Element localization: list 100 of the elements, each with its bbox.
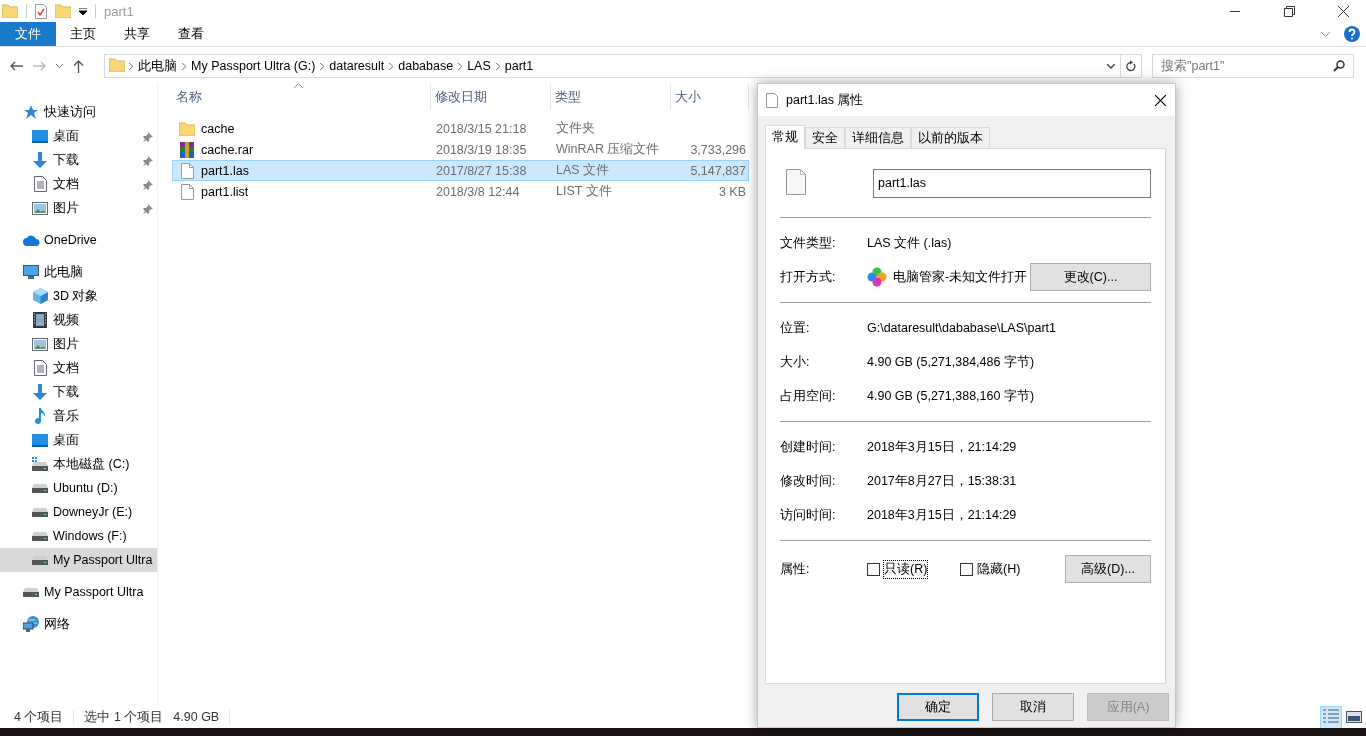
sidebar-item[interactable]: 文档	[0, 356, 157, 380]
chevron-right-icon	[389, 62, 394, 70]
music-note-icon	[34, 408, 46, 424]
breadcrumb-link[interactable]: part1	[499, 59, 539, 73]
sidebar-item[interactable]: My Passport Ultra	[0, 548, 157, 572]
chevron-right-icon	[495, 62, 500, 70]
dialog-tab[interactable]: 以前的版本	[911, 127, 990, 148]
restore-icon[interactable]	[1283, 5, 1295, 17]
field-label: 打开方式:	[780, 268, 837, 286]
field-value: 4.90 GB (5,271,384,486 字节)	[867, 353, 1035, 371]
column-header[interactable]: 修改日期	[431, 84, 551, 110]
close-icon[interactable]	[1154, 94, 1166, 106]
sidebar-item[interactable]: 网络	[0, 612, 157, 636]
checkbox[interactable]	[960, 562, 973, 576]
file-name: cache	[201, 121, 235, 136]
sidebar-item[interactable]: Windows (F:)	[0, 524, 157, 548]
search-icon	[1333, 60, 1345, 72]
breadcrumb-link[interactable]: dataresult	[324, 59, 390, 73]
dropdown-caret-icon[interactable]	[79, 7, 87, 15]
desktop-icon	[32, 433, 48, 447]
sidebar-item[interactable]: 下载	[0, 148, 157, 172]
field-label: 大小:	[780, 353, 811, 371]
file-name-field[interactable]: part1.las	[873, 168, 1151, 198]
pin-icon	[143, 132, 153, 142]
sidebar-item[interactable]: 下载	[0, 380, 157, 404]
sidebar-item[interactable]: 桌面	[0, 124, 157, 148]
sidebar-item[interactable]: DowneyJr (E:)	[0, 500, 157, 524]
column-header[interactable]: 类型	[551, 84, 671, 110]
ribbon-tab[interactable]: 查看	[164, 22, 218, 46]
drive-icon	[32, 483, 48, 493]
file-menu-tab[interactable]: 文件	[0, 22, 56, 46]
details-view-button[interactable]	[1320, 705, 1342, 729]
sidebar-item[interactable]: 视频	[0, 308, 157, 332]
checkbox[interactable]	[867, 562, 880, 576]
modified-date: 2018/3/19 18:35	[435, 142, 528, 157]
advanced-button[interactable]: 高级(D)...	[1065, 555, 1151, 583]
file-row[interactable]: part1.las 2017/8/27 15:38 LAS 文件 5,147,837	[172, 160, 749, 181]
up-arrow-icon[interactable]	[73, 59, 84, 73]
file-row[interactable]: cache.rar 2018/3/19 18:35 WinRAR 压缩文件 3,733,296	[172, 139, 749, 160]
sidebar-item[interactable]: 桌面	[0, 428, 157, 452]
sidebar-item[interactable]: 本地磁盘 (C:)	[0, 452, 157, 476]
sidebar-item[interactable]: 3D 对象	[0, 284, 157, 308]
sidebar-item[interactable]: Ubuntu (D:)	[0, 476, 157, 500]
dialog-tab[interactable]: 详细信息	[845, 127, 911, 148]
file-type: LIST 文件	[555, 183, 613, 200]
dialog-title: part1.las 属性	[786, 91, 864, 109]
sidebar-item[interactable]: 快速访问	[0, 100, 157, 124]
properties-check-icon[interactable]	[35, 3, 47, 19]
computer-icon	[23, 265, 39, 279]
refresh-icon[interactable]	[1126, 60, 1136, 72]
help-icon[interactable]	[1344, 26, 1360, 42]
file-name: cache.rar	[201, 142, 254, 157]
breadcrumb-link[interactable]: My Passport Ultra (G:)	[186, 59, 321, 73]
breadcrumb-link[interactable]: dababase	[393, 59, 459, 73]
minimize-icon[interactable]	[1230, 10, 1240, 12]
checkbox-label[interactable]: 只读(R)	[884, 560, 928, 578]
column-header[interactable]: 大小	[671, 84, 749, 110]
pin-icon	[143, 204, 153, 214]
back-arrow-icon[interactable]	[10, 61, 23, 71]
ribbon-tab[interactable]: 主页	[56, 22, 110, 46]
file-icon	[766, 92, 778, 108]
film-icon	[33, 312, 47, 328]
file-type: WinRAR 压缩文件	[555, 141, 661, 158]
cube-icon	[32, 288, 48, 304]
download-arrow-icon	[33, 152, 47, 168]
sidebar-item[interactable]: OneDrive	[0, 228, 157, 252]
dialog-tab[interactable]: 安全	[805, 127, 845, 148]
column-header[interactable]: 名称	[172, 84, 431, 110]
close-icon[interactable]	[1337, 5, 1349, 17]
field-label: 位置:	[780, 319, 811, 337]
change-button[interactable]: 更改(C)...	[1030, 263, 1151, 291]
sidebar-item[interactable]: 此电脑	[0, 260, 157, 284]
window-title: part1	[104, 3, 134, 19]
search-field[interactable]: 搜索"part1"	[1152, 54, 1354, 78]
dialog-button[interactable]: 确定	[897, 693, 979, 721]
field-value: LAS 文件 (.las)	[867, 234, 952, 252]
dialog-button[interactable]: 取消	[992, 693, 1074, 721]
app-name: 电脑管家-未知文件打开	[893, 268, 1028, 286]
sidebar-item[interactable]: 图片	[0, 196, 157, 220]
file-row[interactable]: part1.list 2018/3/8 12:44 LIST 文件 3 KB	[172, 181, 749, 202]
large-icons-view-icon[interactable]	[1346, 711, 1362, 723]
dialog-tab[interactable]: 常规	[765, 125, 805, 149]
chevron-down-icon[interactable]	[1321, 31, 1330, 37]
field-label: 属性:	[780, 560, 811, 578]
ribbon-tab[interactable]: 共享	[110, 22, 164, 46]
sort-caret-icon	[294, 83, 303, 88]
document-icon	[33, 360, 47, 376]
selection-count: 选中 1 个项目	[84, 708, 164, 726]
recent-locations-caret-icon[interactable]	[56, 64, 63, 68]
sidebar-item[interactable]: 音乐	[0, 404, 157, 428]
breadcrumb-link[interactable]: LAS	[462, 59, 496, 73]
breadcrumb-link[interactable]: 此电脑	[133, 57, 182, 75]
checkbox-label[interactable]: 隐藏(H)	[977, 560, 1021, 578]
sidebar-item[interactable]: My Passport Ultra	[0, 580, 157, 604]
star-icon	[24, 105, 38, 119]
sidebar-item[interactable]: 图片	[0, 332, 157, 356]
file-row[interactable]: cache 2018/3/15 21:18 文件夹	[172, 118, 749, 139]
sidebar-item[interactable]: 文档	[0, 172, 157, 196]
dropdown-caret-icon[interactable]	[1107, 63, 1115, 69]
address-bar[interactable]: 此电脑 My Passport Ultra (G:) dataresult dababase LAS part1	[104, 54, 1142, 78]
